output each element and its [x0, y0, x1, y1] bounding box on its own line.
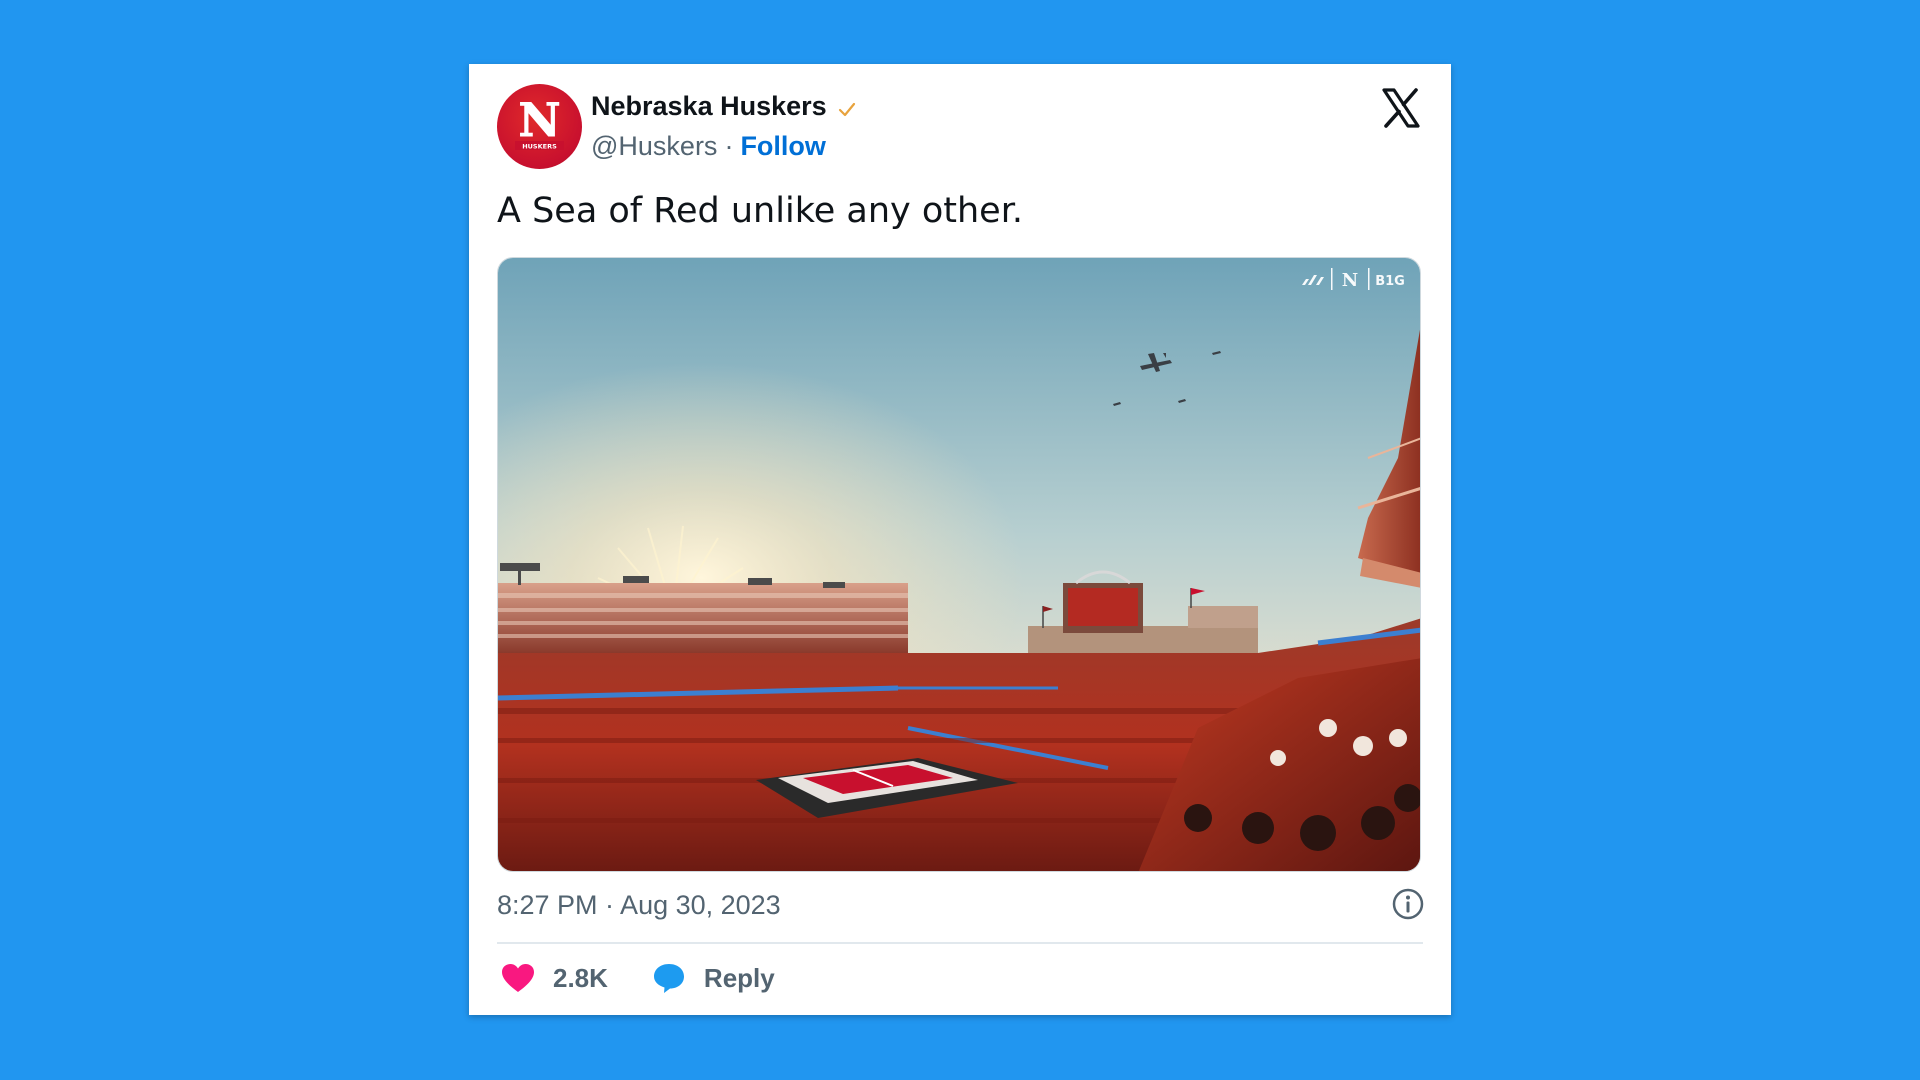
like-count: 2.8K	[553, 962, 608, 993]
reply-label: Reply	[703, 962, 775, 993]
tweet-photo[interactable]: N B1G	[497, 257, 1421, 872]
stadium-photo: N B1G	[498, 258, 1420, 871]
x-logo-icon[interactable]	[1381, 88, 1421, 128]
tweet-actions: 2.8K Reply	[501, 962, 819, 994]
author-handle-row: @Huskers · Follow	[591, 131, 826, 162]
like-button[interactable]: 2.8K	[501, 963, 608, 994]
author-name-row: Nebraska Huskers	[591, 91, 857, 122]
author-name[interactable]: Nebraska Huskers	[591, 91, 827, 122]
tweet-card: N HUSKERS Nebraska Huskers @Huskers · Fo…	[469, 64, 1451, 1015]
watermark-b1g: B1G	[1375, 274, 1405, 289]
tweet-timestamp[interactable]: 8:27 PM · Aug 30, 2023	[497, 890, 781, 921]
reply-button[interactable]: Reply	[652, 962, 775, 994]
author-handle[interactable]: @Huskers	[591, 131, 717, 162]
info-icon[interactable]	[1391, 887, 1425, 921]
checkmark-icon	[838, 102, 855, 116]
tweet-text: A Sea of Red unlike any other.	[497, 191, 1023, 231]
avatar-letter: N	[518, 93, 560, 147]
avatar[interactable]: N HUSKERS	[497, 84, 582, 169]
heart-icon	[502, 964, 534, 992]
huskers-logo-icon: N HUSKERS	[515, 93, 564, 151]
handle-separator: ·	[724, 131, 734, 161]
divider	[497, 942, 1423, 944]
avatar-text: HUSKERS	[522, 143, 557, 151]
follow-button[interactable]: Follow	[740, 131, 825, 162]
watermark-n: N	[1342, 270, 1358, 291]
speech-bubble-icon	[653, 964, 684, 993]
